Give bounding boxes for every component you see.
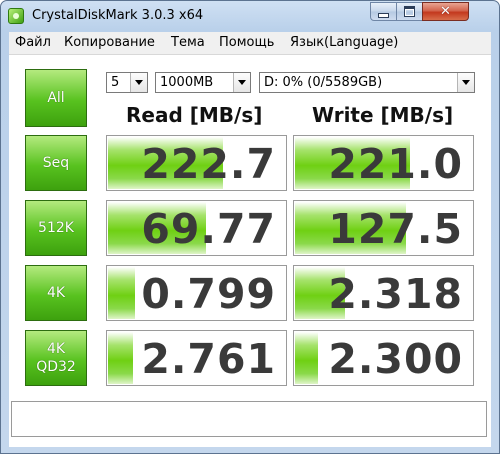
app-window: CrystalDiskMark 3.0.3 x64 ✕ Файл Копиров… xyxy=(0,0,500,454)
menu-theme[interactable]: Тема xyxy=(171,35,205,50)
menu-copy[interactable]: Копирование xyxy=(64,35,155,50)
seq-write-value: 221.0 xyxy=(328,140,463,188)
menu-language[interactable]: Язык(Language) xyxy=(290,35,398,50)
seq-write-result: 221.0 xyxy=(293,135,474,191)
drive-select[interactable]: D: 0% (0/5589GB) xyxy=(259,72,475,93)
close-icon: ✕ xyxy=(440,4,451,19)
all-button-label: All xyxy=(47,90,65,106)
seq-test-label: Seq xyxy=(42,155,70,171)
minimize-button[interactable] xyxy=(370,2,397,21)
read-column-header: Read [MB/s] xyxy=(126,103,263,127)
512k-test-label: 512K xyxy=(38,220,74,236)
4k-test-label: 4K xyxy=(46,285,66,301)
512k-write-value: 127.5 xyxy=(328,205,463,253)
menu-help[interactable]: Помощь xyxy=(219,35,274,50)
4k-qd32-test-sublabel: QD32 xyxy=(36,359,76,375)
maximize-button[interactable] xyxy=(396,2,423,21)
test-size-value: 1000MB xyxy=(160,75,214,90)
drive-value: D: 0% (0/5589GB) xyxy=(264,75,383,90)
minimize-icon xyxy=(378,12,389,18)
chevron-down-icon[interactable] xyxy=(130,73,147,92)
4k-write-result: 2.318 xyxy=(293,265,474,321)
4k-read-value: 0.799 xyxy=(141,270,276,318)
app-icon[interactable] xyxy=(8,8,24,24)
seq-read-result: 222.7 xyxy=(106,135,287,191)
all-button[interactable]: All xyxy=(25,69,87,127)
menu-file[interactable]: Файл xyxy=(15,35,51,50)
seq-test-button[interactable]: Seq xyxy=(25,135,87,191)
4k-qd32-write-bar xyxy=(295,332,319,384)
4k-qd32-write-result: 2.300 xyxy=(293,330,474,386)
4k-qd32-test-label: 4K xyxy=(46,341,66,357)
512k-test-button[interactable]: 512K xyxy=(25,200,87,256)
512k-read-result: 69.77 xyxy=(106,200,287,256)
test-count-value: 5 xyxy=(111,75,120,90)
window-title: CrystalDiskMark 3.0.3 x64 xyxy=(32,8,204,23)
main-panel: All 5 1000MB D: 0% (0/5589GB) Read [MB/s… xyxy=(9,55,491,447)
comment-field[interactable] xyxy=(11,401,487,437)
512k-write-result: 127.5 xyxy=(293,200,474,256)
chevron-down-icon[interactable] xyxy=(457,73,474,92)
test-count-select[interactable]: 5 xyxy=(106,72,148,93)
4k-qd32-read-bar xyxy=(108,332,134,384)
test-size-select[interactable]: 1000MB xyxy=(155,72,251,93)
maximize-icon xyxy=(404,6,415,17)
4k-write-value: 2.318 xyxy=(328,270,463,318)
512k-read-value: 69.77 xyxy=(141,205,276,253)
4k-read-result: 0.799 xyxy=(106,265,287,321)
seq-read-value: 222.7 xyxy=(141,140,276,188)
4k-read-bar xyxy=(108,267,135,319)
menu-bar: Файл Копирование Тема Помощь Язык(Langua… xyxy=(9,32,491,55)
4k-qd32-read-value: 2.761 xyxy=(141,335,276,383)
title-bar[interactable]: CrystalDiskMark 3.0.3 x64 ✕ xyxy=(1,1,499,31)
write-column-header: Write [MB/s] xyxy=(312,103,454,127)
4k-qd32-test-button[interactable]: 4K QD32 xyxy=(25,330,87,386)
4k-qd32-write-value: 2.300 xyxy=(328,335,463,383)
4k-test-button[interactable]: 4K xyxy=(25,265,87,321)
4k-qd32-read-result: 2.761 xyxy=(106,330,287,386)
chevron-down-icon[interactable] xyxy=(233,73,250,92)
close-button[interactable]: ✕ xyxy=(422,2,469,21)
